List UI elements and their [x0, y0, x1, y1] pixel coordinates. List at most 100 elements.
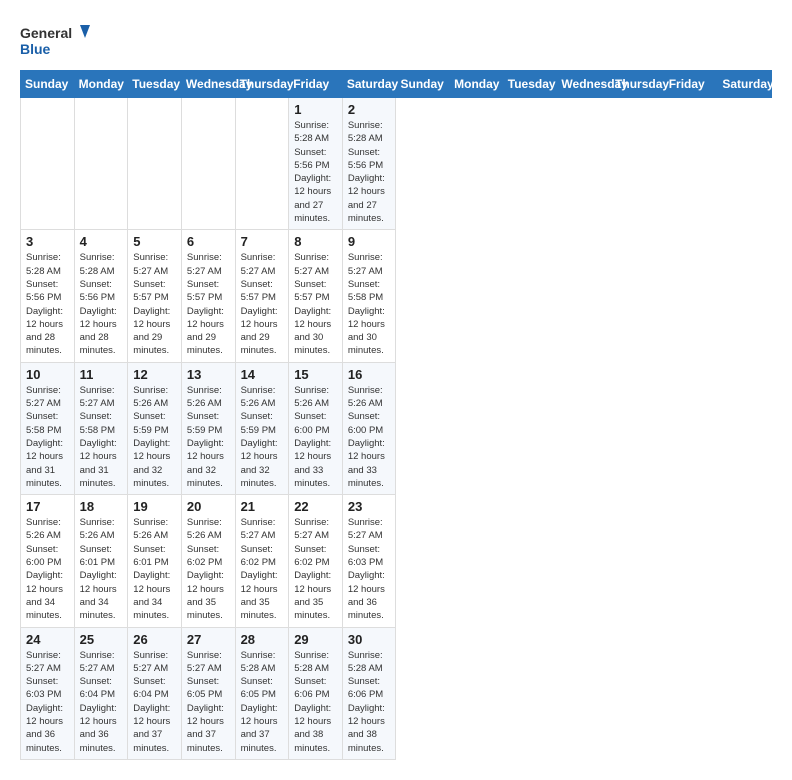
- day-number: 30: [348, 632, 391, 647]
- weekday-header-monday: Monday: [74, 71, 128, 98]
- calendar-cell: [74, 98, 128, 230]
- day-number: 21: [241, 499, 284, 514]
- calendar-cell: 26Sunrise: 5:27 AM Sunset: 6:04 PM Dayli…: [128, 627, 182, 759]
- day-info: Sunrise: 5:27 AM Sunset: 6:02 PM Dayligh…: [294, 516, 337, 622]
- weekday-header: Sunday: [396, 71, 450, 98]
- calendar-cell: 14 Sunrise: 5:26 AM Sunset: 5:59 PM Dayli…: [235, 362, 289, 494]
- calendar-cell: 23 Sunrise: 5:27 AM Sunset: 6:03 PM Dayli…: [342, 495, 396, 627]
- calendar-cell: 30 Sunrise: 5:28 AM Sunset: 6:06 PM Dayli…: [342, 627, 396, 759]
- day-number: 4: [80, 234, 123, 249]
- weekday-header-sunday: Sunday: [21, 71, 75, 98]
- day-number: 9: [348, 234, 391, 249]
- day-number: 7: [241, 234, 284, 249]
- day-info: Sunrise: 5:28 AM Sunset: 5:56 PM Dayligh…: [26, 251, 69, 357]
- calendar-week-row: 24Sunrise: 5:27 AM Sunset: 6:03 PM Dayli…: [21, 627, 772, 759]
- day-info: Sunrise: 5:27 AM Sunset: 5:57 PM Dayligh…: [133, 251, 176, 357]
- calendar-cell: [21, 98, 75, 230]
- calendar-cell: 27Sunrise: 5:27 AM Sunset: 6:05 PM Dayli…: [181, 627, 235, 759]
- day-info: Sunrise: 5:27 AM Sunset: 6:03 PM Dayligh…: [348, 516, 391, 622]
- day-number: 6: [187, 234, 230, 249]
- page-header: General Blue: [20, 20, 772, 60]
- calendar-cell: 4 Sunrise: 5:28 AM Sunset: 5:56 PM Daylig…: [74, 230, 128, 362]
- weekday-header: Wednesday: [557, 71, 611, 98]
- weekday-header-thursday: Thursday: [235, 71, 289, 98]
- day-info: Sunrise: 5:28 AM Sunset: 5:56 PM Dayligh…: [294, 119, 337, 225]
- weekday-header-friday: Friday: [289, 71, 343, 98]
- calendar-week-row: 10 Sunrise: 5:27 AM Sunset: 5:58 PM Dayli…: [21, 362, 772, 494]
- calendar-cell: 5Sunrise: 5:27 AM Sunset: 5:57 PM Daylig…: [128, 230, 182, 362]
- calendar-week-row: 1 Sunrise: 5:28 AM Sunset: 5:56 PM Daylig…: [21, 98, 772, 230]
- day-number: 26: [133, 632, 176, 647]
- day-info: Sunrise: 5:27 AM Sunset: 5:57 PM Dayligh…: [187, 251, 230, 357]
- day-info: Sunrise: 5:26 AM Sunset: 6:02 PM Dayligh…: [187, 516, 230, 622]
- day-number: 12: [133, 367, 176, 382]
- calendar-table: SundayMondayTuesdayWednesdayThursdayFrid…: [20, 70, 772, 760]
- day-number: 3: [26, 234, 69, 249]
- day-info: Sunrise: 5:27 AM Sunset: 5:58 PM Dayligh…: [348, 251, 391, 357]
- day-number: 15: [294, 367, 337, 382]
- day-info: Sunrise: 5:26 AM Sunset: 5:59 PM Dayligh…: [187, 384, 230, 490]
- day-info: Sunrise: 5:28 AM Sunset: 6:06 PM Dayligh…: [294, 649, 337, 755]
- day-info: Sunrise: 5:27 AM Sunset: 6:02 PM Dayligh…: [241, 516, 284, 622]
- day-number: 25: [80, 632, 123, 647]
- weekday-header: Tuesday: [503, 71, 557, 98]
- calendar-cell: [181, 98, 235, 230]
- svg-text:Blue: Blue: [20, 41, 51, 57]
- day-number: 23: [348, 499, 391, 514]
- day-info: Sunrise: 5:26 AM Sunset: 6:01 PM Dayligh…: [133, 516, 176, 622]
- day-info: Sunrise: 5:26 AM Sunset: 6:00 PM Dayligh…: [348, 384, 391, 490]
- day-info: Sunrise: 5:27 AM Sunset: 5:57 PM Dayligh…: [241, 251, 284, 357]
- calendar-cell: 22 Sunrise: 5:27 AM Sunset: 6:02 PM Dayli…: [289, 495, 343, 627]
- weekday-header-saturday: Saturday: [342, 71, 396, 98]
- day-info: Sunrise: 5:28 AM Sunset: 6:05 PM Dayligh…: [241, 649, 284, 755]
- day-number: 17: [26, 499, 69, 514]
- day-number: 16: [348, 367, 391, 382]
- day-number: 18: [80, 499, 123, 514]
- day-info: Sunrise: 5:28 AM Sunset: 6:06 PM Dayligh…: [348, 649, 391, 755]
- calendar-cell: 3 Sunrise: 5:28 AM Sunset: 5:56 PM Daylig…: [21, 230, 75, 362]
- calendar-cell: [235, 98, 289, 230]
- day-info: Sunrise: 5:28 AM Sunset: 5:56 PM Dayligh…: [348, 119, 391, 225]
- weekday-header: Friday: [664, 71, 718, 98]
- calendar-cell: 17Sunrise: 5:26 AM Sunset: 6:00 PM Dayli…: [21, 495, 75, 627]
- calendar-cell: [128, 98, 182, 230]
- calendar-cell: 8Sunrise: 5:27 AM Sunset: 5:57 PM Daylig…: [289, 230, 343, 362]
- logo-svg: General Blue: [20, 20, 90, 60]
- calendar-cell: 21 Sunrise: 5:27 AM Sunset: 6:02 PM Dayli…: [235, 495, 289, 627]
- weekday-header-wednesday: Wednesday: [181, 71, 235, 98]
- day-number: 11: [80, 367, 123, 382]
- calendar-cell: 12Sunrise: 5:26 AM Sunset: 5:59 PM Dayli…: [128, 362, 182, 494]
- calendar-cell: 15 Sunrise: 5:26 AM Sunset: 6:00 PM Dayli…: [289, 362, 343, 494]
- calendar-cell: 19Sunrise: 5:26 AM Sunset: 6:01 PM Dayli…: [128, 495, 182, 627]
- day-info: Sunrise: 5:27 AM Sunset: 5:58 PM Dayligh…: [80, 384, 123, 490]
- day-number: 29: [294, 632, 337, 647]
- day-info: Sunrise: 5:27 AM Sunset: 6:05 PM Dayligh…: [187, 649, 230, 755]
- calendar-cell: 7 Sunrise: 5:27 AM Sunset: 5:57 PM Daylig…: [235, 230, 289, 362]
- weekday-header-tuesday: Tuesday: [128, 71, 182, 98]
- calendar-cell: 2 Sunrise: 5:28 AM Sunset: 5:56 PM Daylig…: [342, 98, 396, 230]
- day-number: 24: [26, 632, 69, 647]
- weekday-header: Monday: [450, 71, 504, 98]
- day-number: 28: [241, 632, 284, 647]
- weekday-header: Saturday: [718, 71, 772, 98]
- calendar-cell: 1 Sunrise: 5:28 AM Sunset: 5:56 PM Daylig…: [289, 98, 343, 230]
- logo: General Blue: [20, 20, 90, 60]
- day-number: 2: [348, 102, 391, 117]
- calendar-cell: 24Sunrise: 5:27 AM Sunset: 6:03 PM Dayli…: [21, 627, 75, 759]
- day-info: Sunrise: 5:27 AM Sunset: 6:04 PM Dayligh…: [80, 649, 123, 755]
- calendar-week-row: 17Sunrise: 5:26 AM Sunset: 6:00 PM Dayli…: [21, 495, 772, 627]
- calendar-header-row: SundayMondayTuesdayWednesdayThursdayFrid…: [21, 71, 772, 98]
- day-number: 22: [294, 499, 337, 514]
- day-info: Sunrise: 5:26 AM Sunset: 5:59 PM Dayligh…: [241, 384, 284, 490]
- calendar-cell: 10Sunrise: 5:27 AM Sunset: 5:58 PM Dayli…: [21, 362, 75, 494]
- day-info: Sunrise: 5:28 AM Sunset: 5:56 PM Dayligh…: [80, 251, 123, 357]
- day-number: 14: [241, 367, 284, 382]
- day-info: Sunrise: 5:26 AM Sunset: 6:00 PM Dayligh…: [294, 384, 337, 490]
- calendar-cell: 11 Sunrise: 5:27 AM Sunset: 5:58 PM Dayli…: [74, 362, 128, 494]
- calendar-cell: 6 Sunrise: 5:27 AM Sunset: 5:57 PM Daylig…: [181, 230, 235, 362]
- day-number: 1: [294, 102, 337, 117]
- day-number: 10: [26, 367, 69, 382]
- svg-text:General: General: [20, 25, 72, 41]
- calendar-cell: 28 Sunrise: 5:28 AM Sunset: 6:05 PM Dayli…: [235, 627, 289, 759]
- day-number: 8: [294, 234, 337, 249]
